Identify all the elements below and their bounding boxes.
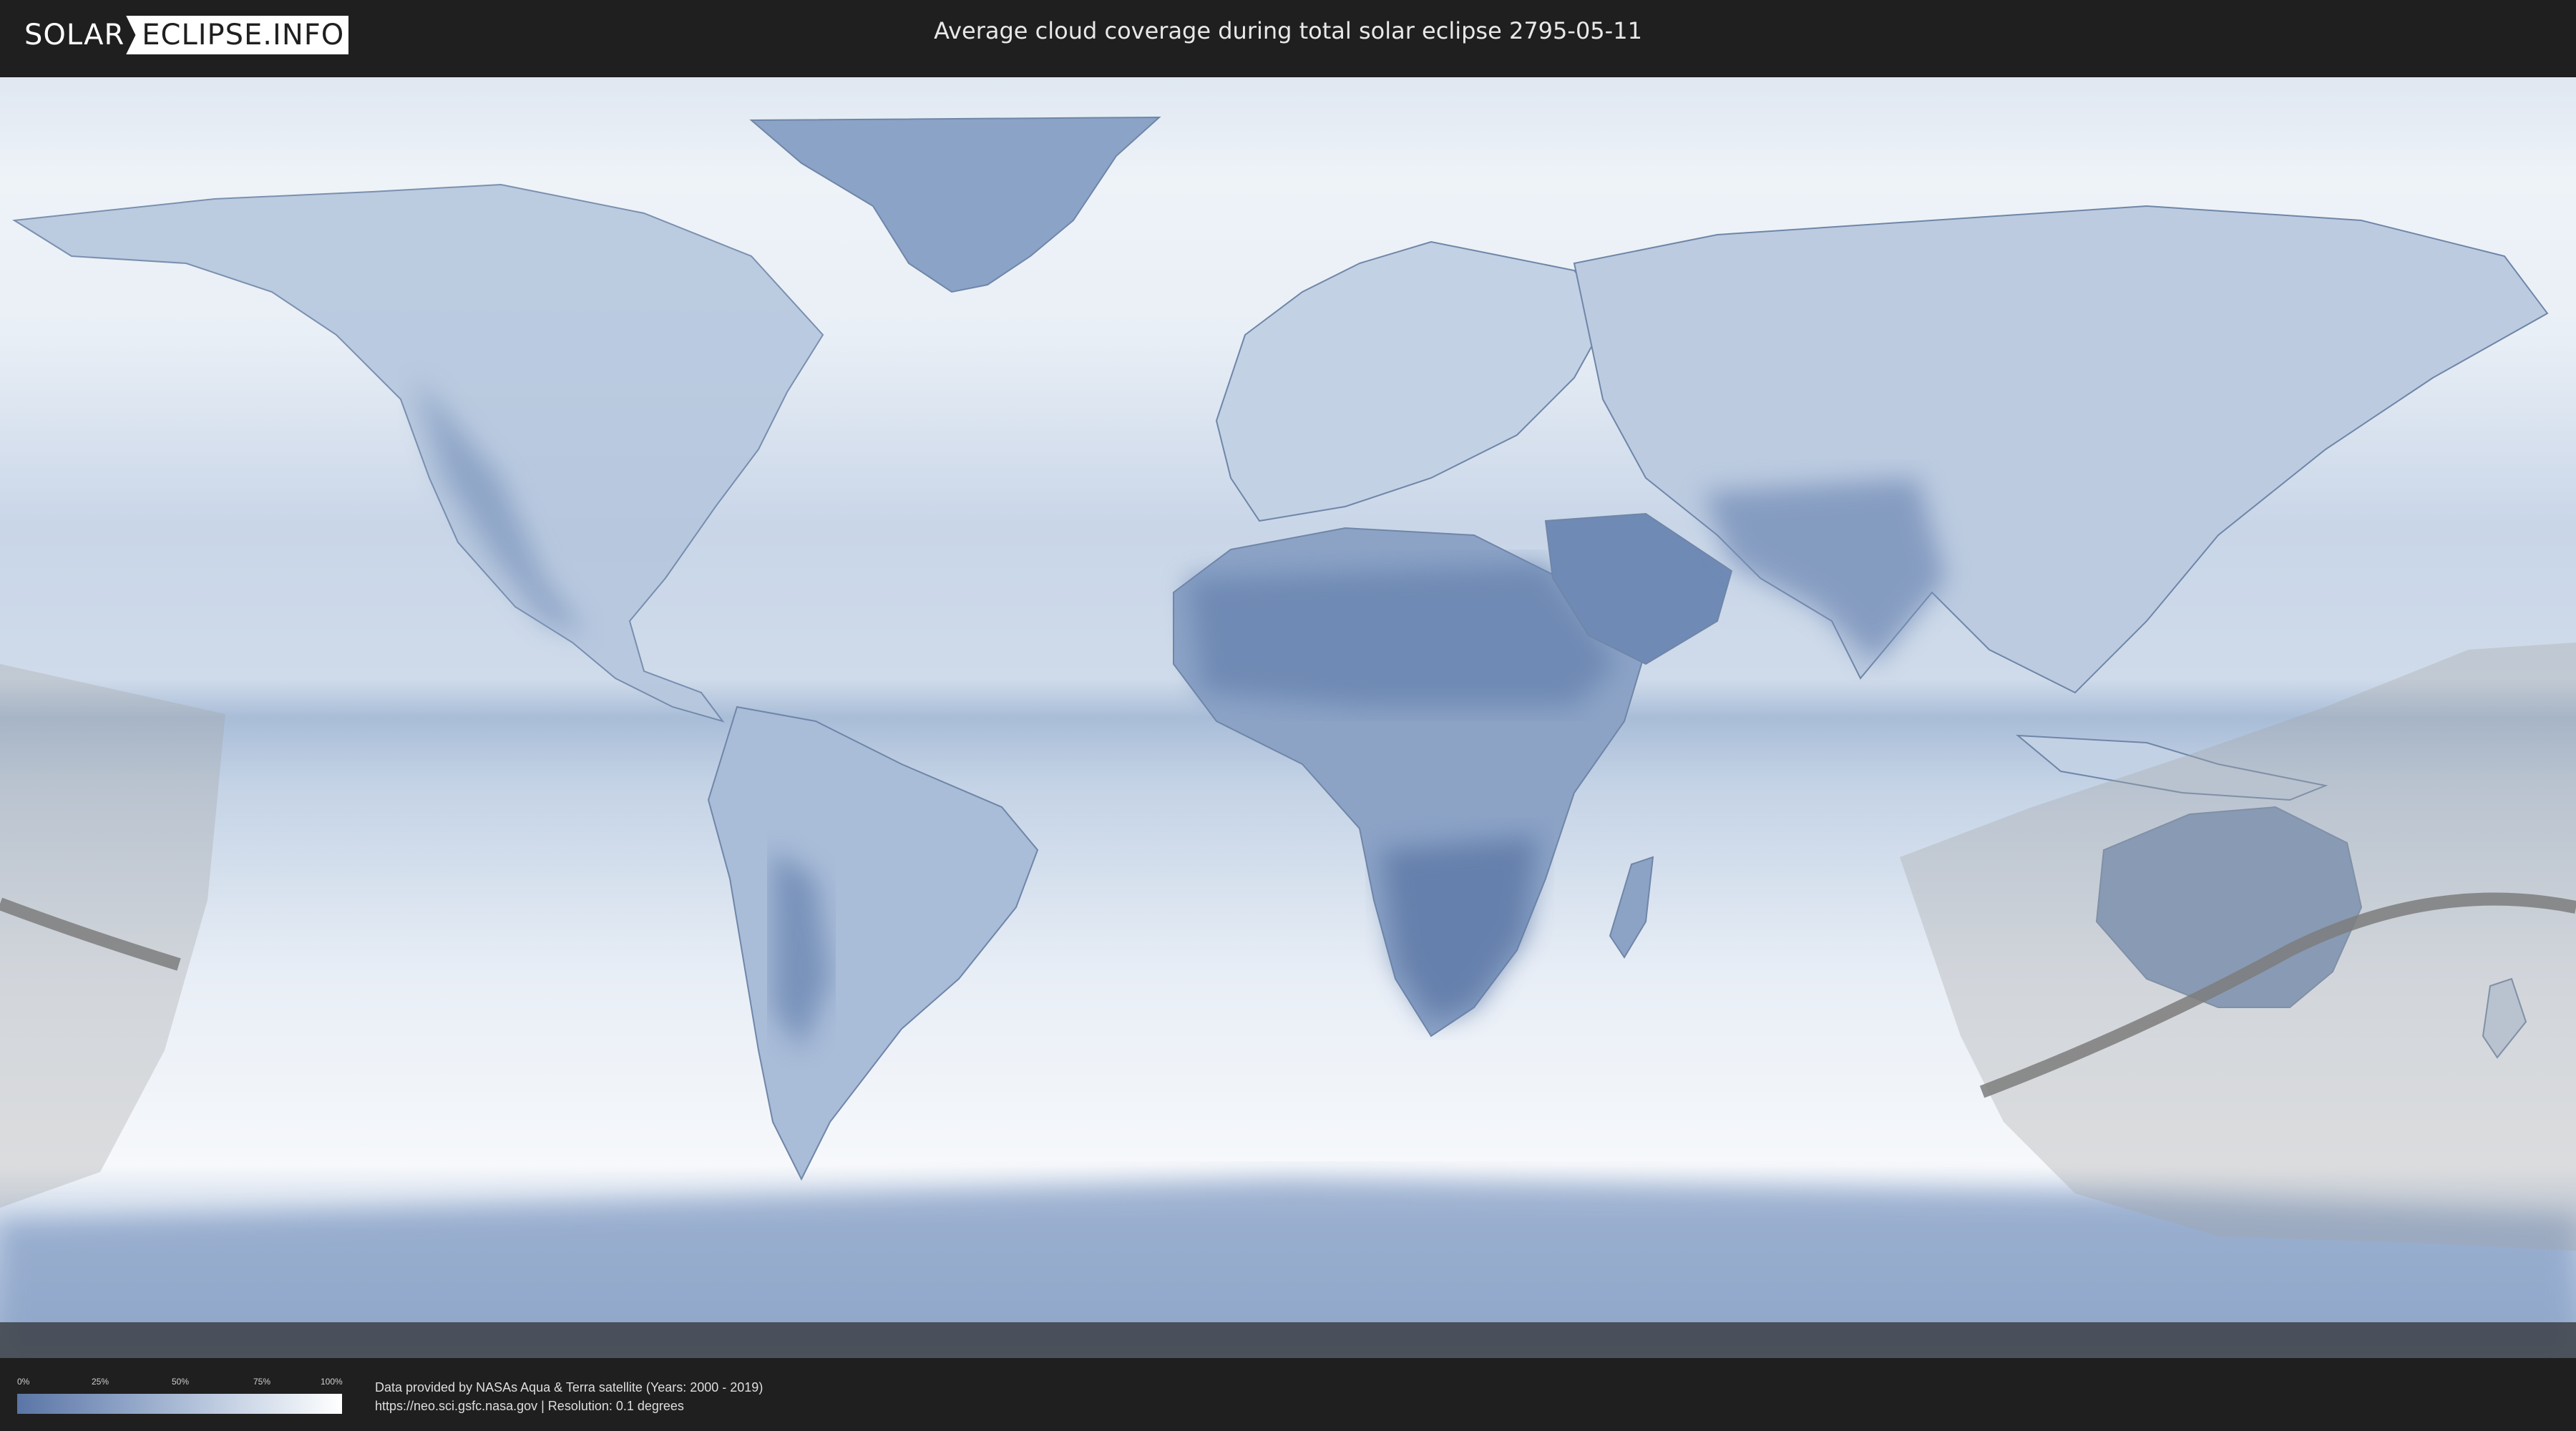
header-bar: SOLAR ECLIPSE.INFO Average cloud coverag… <box>0 0 2576 70</box>
legend-tick-0: 0% <box>17 1377 30 1387</box>
sahara-clear-zone <box>1188 564 1617 707</box>
cloud-coverage-map[interactable] <box>0 77 2576 1358</box>
legend-tick-100: 100% <box>321 1377 343 1387</box>
world-map-svg <box>0 77 2576 1358</box>
page-title: Average cloud coverage during total sola… <box>934 17 1642 44</box>
credits-line-url[interactable]: https://neo.sci.gsfc.nasa.gov | Resoluti… <box>375 1397 763 1415</box>
map-bottom-edge <box>0 1322 2576 1358</box>
legend-tick-25: 25% <box>92 1377 109 1387</box>
legend-tick-75: 75% <box>253 1377 271 1387</box>
cloud-coverage-legend-bar <box>17 1394 342 1414</box>
legend-tick-50: 50% <box>172 1377 190 1387</box>
data-credits: Data provided by NASAs Aqua & Terra sate… <box>375 1378 763 1415</box>
credits-line-source: Data provided by NASAs Aqua & Terra sate… <box>375 1380 763 1395</box>
